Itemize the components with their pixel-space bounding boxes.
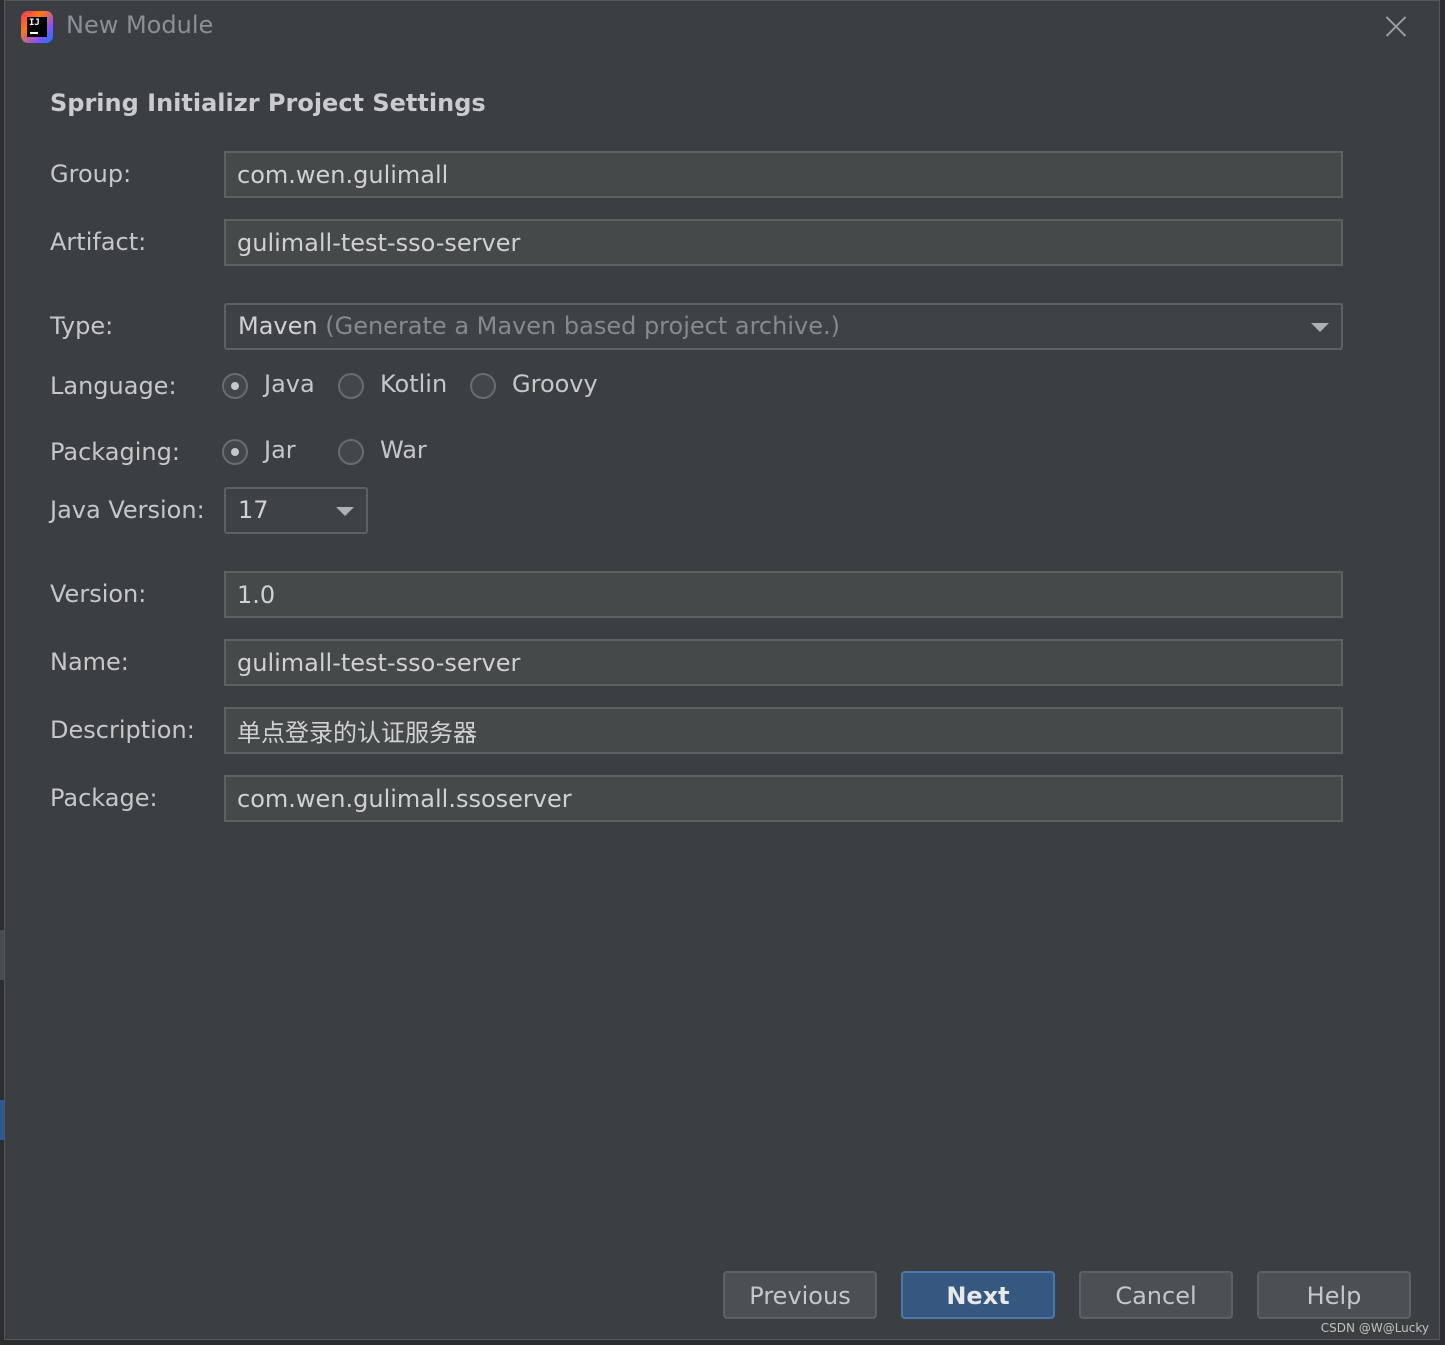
- type-label: Type:: [50, 312, 114, 340]
- chevron-down-icon: [336, 507, 354, 516]
- intellij-idea-icon: IJ: [21, 11, 53, 43]
- chevron-down-icon: [1311, 323, 1329, 332]
- type-dropdown[interactable]: Maven (Generate a Maven based project ar…: [224, 303, 1343, 350]
- version-field[interactable]: [224, 571, 1343, 618]
- group-label: Group:: [50, 160, 132, 188]
- package-field[interactable]: [224, 775, 1343, 822]
- cancel-button[interactable]: Cancel: [1079, 1271, 1233, 1319]
- artifact-field[interactable]: [224, 219, 1343, 266]
- version-label: Version:: [50, 580, 147, 608]
- next-button[interactable]: Next: [901, 1271, 1055, 1319]
- name-label: Name:: [50, 648, 129, 676]
- radio-label: Jar: [264, 436, 296, 464]
- package-label: Package:: [50, 784, 158, 812]
- radio-label: Kotlin: [380, 370, 448, 398]
- type-value: Maven: [238, 312, 318, 340]
- radio-unselected-icon: [338, 373, 364, 399]
- description-field[interactable]: [224, 707, 1343, 754]
- radio-label: War: [380, 436, 427, 464]
- title-bar: IJ New Module: [5, 1, 1439, 57]
- radio-unselected-icon: [470, 373, 496, 399]
- java-version-dropdown[interactable]: 17: [224, 487, 368, 534]
- artifact-label: Artifact:: [50, 228, 147, 256]
- name-field[interactable]: [224, 639, 1343, 686]
- section-title: Spring Initializr Project Settings: [50, 89, 486, 117]
- help-button[interactable]: Help: [1257, 1271, 1411, 1319]
- close-icon[interactable]: [1381, 11, 1411, 41]
- window-title: New Module: [66, 11, 214, 39]
- type-hint: (Generate a Maven based project archive.…: [325, 312, 840, 340]
- language-label: Language:: [50, 372, 177, 400]
- new-module-dialog: IJ New Module Spring Initializr Project …: [4, 0, 1440, 1340]
- radio-label: Java: [264, 370, 315, 398]
- radio-selected-icon: [222, 373, 248, 399]
- radio-label: Groovy: [512, 370, 598, 398]
- previous-button[interactable]: Previous: [723, 1271, 877, 1319]
- java-version-value: 17: [238, 496, 269, 524]
- packaging-label: Packaging:: [50, 438, 180, 466]
- description-label: Description:: [50, 716, 195, 744]
- java-version-label: Java Version:: [50, 496, 205, 524]
- watermark: CSDN @W@Lucky: [1320, 1321, 1429, 1335]
- radio-unselected-icon: [338, 439, 364, 465]
- radio-selected-icon: [222, 439, 248, 465]
- group-field[interactable]: [224, 151, 1343, 198]
